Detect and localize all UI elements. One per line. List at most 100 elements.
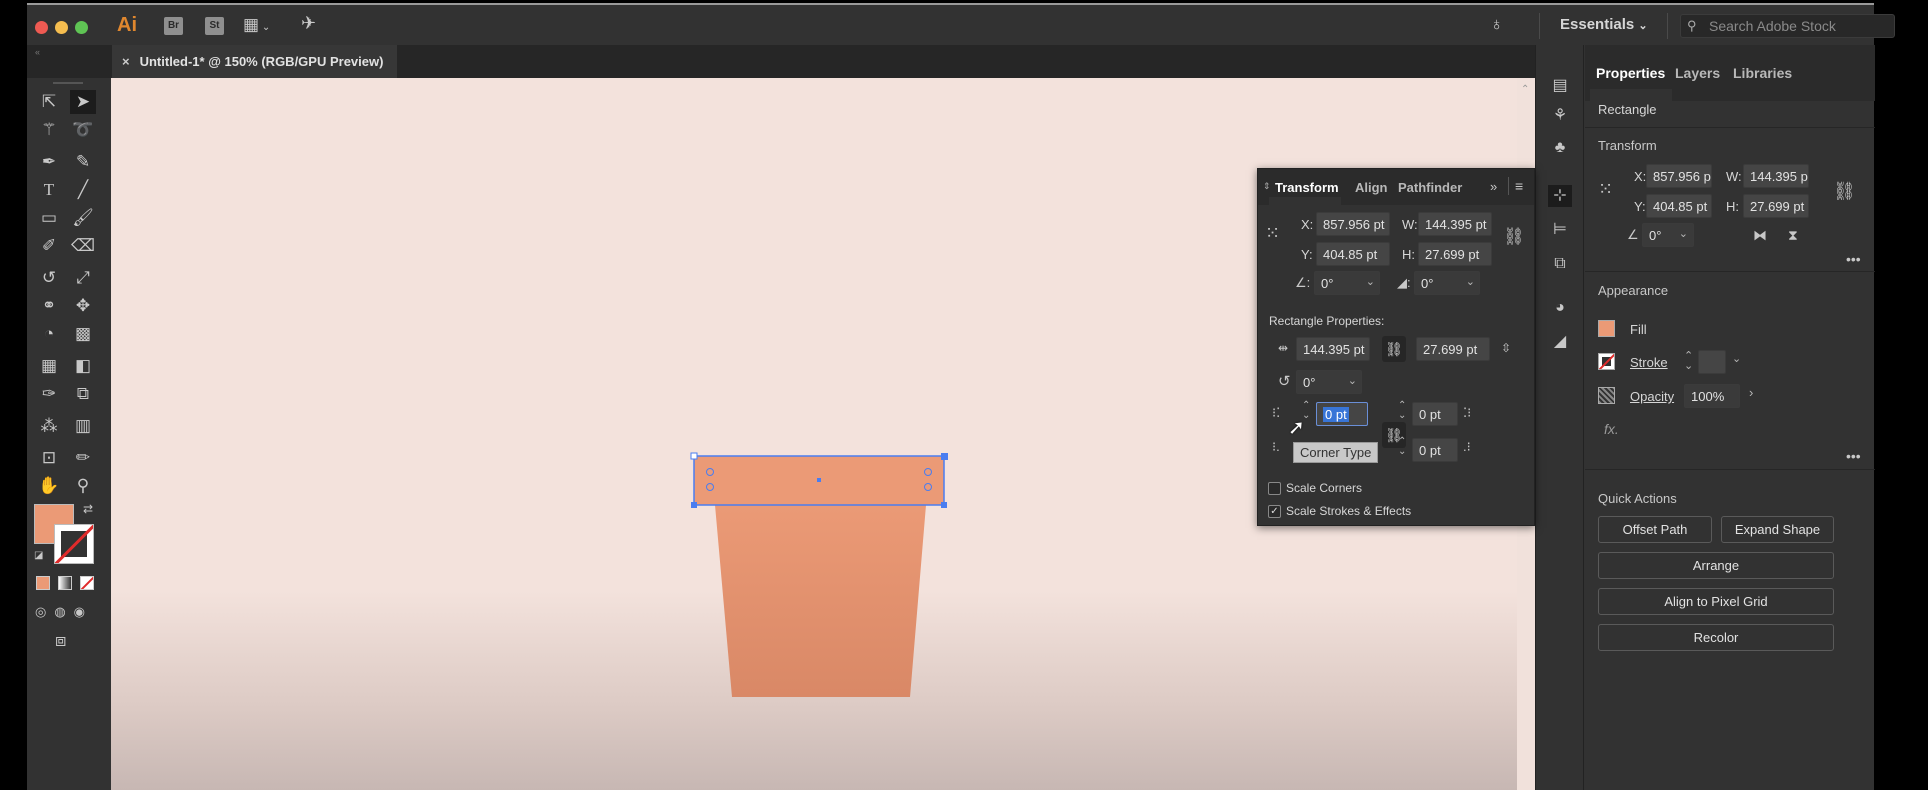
document-tab[interactable]: × Untitled-1* @ 150% (RGB/GPU Preview) (112, 45, 398, 78)
align-to-pixel-grid-button[interactable]: Align to Pixel Grid (1598, 588, 1834, 615)
tab-layers[interactable]: Layers (1675, 65, 1720, 81)
arrange-documents-icon[interactable]: ▦ ⌄ (243, 15, 270, 35)
shear-field[interactable]: 0° ⌄ (1414, 271, 1480, 295)
rotate-tool-icon[interactable]: ↺ (36, 266, 62, 290)
gradient-tool-icon[interactable]: ◧ (70, 354, 96, 378)
rect-angle-field[interactable]: 0° ⌄ (1296, 370, 1362, 394)
brushes-panel-icon[interactable]: ⚘ (1548, 105, 1572, 127)
flip-vertical-icon[interactable]: ⧗ (1788, 227, 1798, 244)
corner-type-icon[interactable]: ⁝. (1272, 439, 1280, 455)
chevron-down-icon[interactable]: ⌄ (1732, 352, 1741, 365)
w-field[interactable]: 144.395 pt (1418, 212, 1492, 236)
corner-radius-br-field[interactable]: 0 pt (1412, 438, 1458, 462)
close-window-button[interactable] (35, 21, 48, 34)
pathfinder-panel-icon[interactable]: ⧉ (1548, 253, 1572, 275)
anchor-point[interactable] (691, 502, 697, 508)
blend-tool-icon[interactable]: ⧉ (70, 382, 96, 406)
link-dimensions-icon[interactable]: ⛓ (1382, 336, 1406, 362)
color-panel-icon[interactable]: ◕ (1548, 297, 1572, 319)
corner-type-icon[interactable]: ⁝⁚ (1272, 405, 1280, 421)
lasso-tool-icon[interactable]: ➰ (70, 118, 96, 142)
default-colors-icon[interactable]: ◪ (34, 550, 43, 561)
scroll-up-icon[interactable]: ⌃ (1521, 84, 1529, 95)
stroke-label[interactable]: Stroke (1630, 355, 1668, 370)
x-field[interactable]: 857.956 pt (1316, 212, 1390, 236)
arrange-button[interactable]: Arrange (1598, 552, 1834, 579)
scale-corners-checkbox[interactable] (1268, 482, 1281, 495)
zoom-tool-icon[interactable]: ⚲ (70, 474, 96, 498)
corner-type-icon[interactable]: .⁝ (1463, 439, 1471, 455)
bridge-button[interactable]: Br (164, 17, 183, 35)
stroke-weight-field[interactable] (1698, 350, 1726, 374)
reference-point-icon[interactable]: ⁙ (1598, 179, 1613, 200)
reference-point-icon[interactable]: ⁙ (1265, 223, 1280, 244)
close-tab-button[interactable]: × (122, 54, 130, 69)
opacity-field[interactable]: 100% (1684, 384, 1740, 408)
eraser-tool-icon[interactable]: ⌫ (70, 234, 96, 258)
stroke-swatch[interactable] (54, 524, 94, 564)
anchor-point[interactable] (941, 453, 948, 460)
w-field[interactable]: 144.395 p (1743, 164, 1809, 188)
corner-radius-stepper[interactable]: ⌃ ⌄ (1398, 401, 1410, 423)
pot-body[interactable] (715, 505, 926, 697)
anchor-point[interactable] (941, 502, 947, 508)
transform-panel-icon[interactable]: ⊹ (1548, 185, 1572, 207)
y-field[interactable]: 404.85 pt (1646, 194, 1712, 218)
line-tool-icon[interactable]: ╱ (70, 178, 96, 202)
symbols-panel-icon[interactable]: ♣ (1548, 137, 1572, 159)
maximize-window-button[interactable] (75, 21, 88, 34)
flip-horizontal-icon[interactable]: ⧓ (1753, 227, 1767, 244)
shape-builder-tool-icon[interactable]: ◔ (36, 322, 62, 346)
libraries-panel-icon[interactable]: ▤ (1548, 75, 1572, 97)
slice-tool-icon[interactable]: ✏ (70, 446, 96, 470)
hand-tool-icon[interactable]: ✋ (36, 474, 62, 498)
color-mode-icon[interactable] (36, 576, 50, 590)
magic-wand-tool-icon[interactable]: ⚚ (36, 118, 62, 142)
fill-swatch[interactable] (1598, 320, 1615, 337)
symbol-sprayer-tool-icon[interactable]: ⁂ (36, 414, 62, 438)
fx-icon[interactable]: fx. (1604, 421, 1619, 437)
tab-pathfinder[interactable]: Pathfinder (1398, 180, 1462, 195)
gradient-mode-icon[interactable] (58, 576, 72, 590)
stock-button[interactable]: St (205, 17, 224, 35)
swap-fill-stroke-icon[interactable]: ⇄ (83, 502, 93, 516)
artboard-tool-icon[interactable]: ⊡ (36, 446, 62, 470)
pen-tool-icon[interactable]: ✒ (36, 150, 62, 174)
paintbrush-tool-icon[interactable]: 🖌 (70, 206, 96, 230)
tab-libraries[interactable]: Libraries (1733, 65, 1792, 81)
rectangle-tool-icon[interactable]: ▭ (36, 206, 62, 230)
offset-path-button[interactable]: Offset Path (1598, 516, 1712, 543)
column-graph-tool-icon[interactable]: ▥ (70, 414, 96, 438)
rotate-angle-field[interactable]: 0° ⌄ (1642, 223, 1694, 247)
screen-mode-icon[interactable]: ⧈ (55, 630, 66, 651)
rect-width-field[interactable]: 144.395 pt (1296, 337, 1370, 361)
rect-height-field[interactable]: 27.699 pt (1416, 337, 1490, 361)
expand-shape-button[interactable]: Expand Shape (1721, 516, 1834, 543)
stroke-swatch[interactable] (1598, 353, 1615, 370)
tab-transform[interactable]: Transform (1275, 180, 1339, 195)
workspace-switcher[interactable]: Essentials ⌄ (1560, 16, 1648, 33)
anchor-point[interactable] (690, 452, 698, 460)
constrain-proportions-icon[interactable]: ⛓ (1833, 181, 1856, 202)
recolor-button[interactable]: Recolor (1598, 624, 1834, 651)
opacity-label[interactable]: Opacity (1630, 389, 1674, 404)
corner-radius-tr-field[interactable]: 0 pt (1412, 402, 1458, 426)
search-input[interactable]: ⚲ Search Adobe Stock (1680, 14, 1895, 38)
stroke-weight-stepper[interactable]: ⌃ ⌄ (1684, 351, 1694, 372)
expand-panel-icon[interactable]: » (1490, 179, 1497, 194)
collapse-toolbar-icon[interactable]: « (35, 47, 40, 57)
align-panel-icon[interactable]: ⊨ (1548, 219, 1572, 241)
scale-tool-icon[interactable]: ⤢ (70, 266, 96, 290)
direct-selection-tool-icon[interactable]: ➤ (70, 90, 96, 114)
y-field[interactable]: 404.85 pt (1316, 242, 1390, 266)
more-options-icon[interactable]: ••• (1846, 251, 1861, 267)
gradient-panel-icon[interactable]: ◢ (1548, 331, 1572, 353)
puppet-warp-tool-icon[interactable]: ✥ (70, 294, 96, 318)
scale-strokes-checkbox[interactable]: ✓ (1268, 505, 1281, 518)
none-mode-icon[interactable] (80, 576, 94, 590)
more-options-icon[interactable]: ••• (1846, 448, 1861, 464)
chevron-right-icon[interactable]: › (1749, 385, 1753, 400)
curvature-tool-icon[interactable]: ✎ (70, 150, 96, 174)
x-field[interactable]: 857.956 p (1646, 164, 1712, 188)
panel-menu-icon[interactable]: ≡ (1515, 178, 1523, 194)
